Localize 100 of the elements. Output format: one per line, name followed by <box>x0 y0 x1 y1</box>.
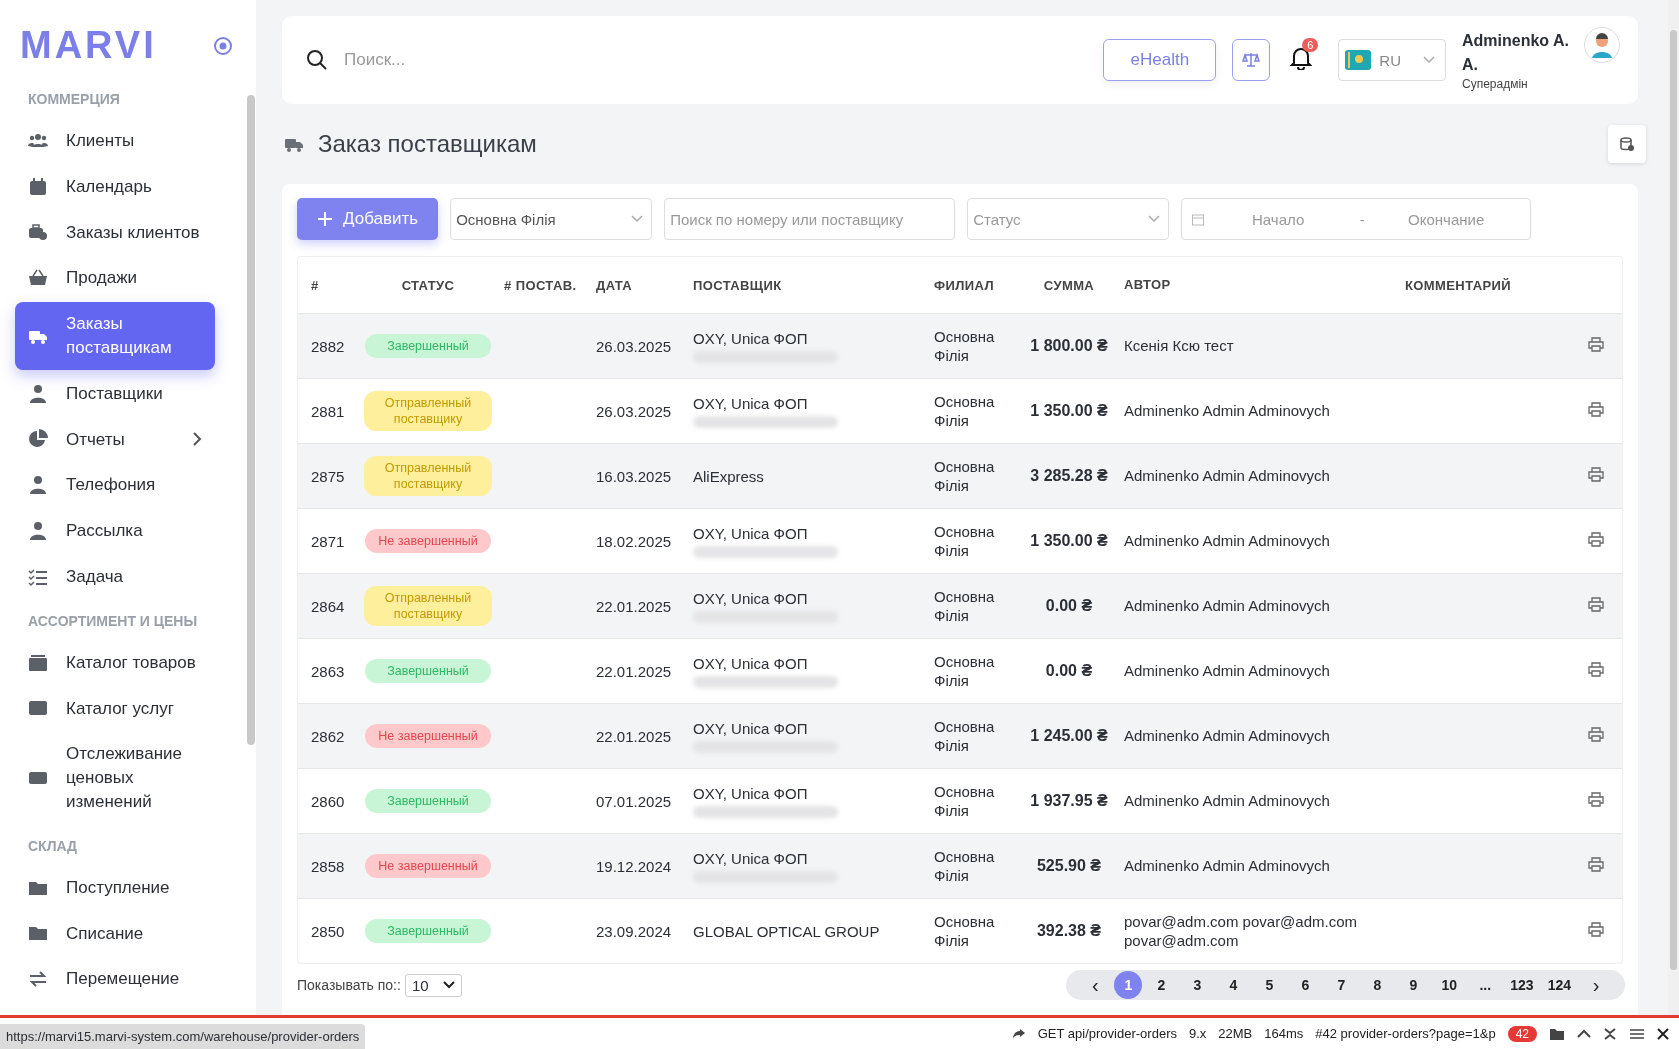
nav-item[interactable]: Поступление <box>15 865 215 910</box>
calendar-icon <box>28 176 48 197</box>
page-button[interactable]: 10 <box>1432 971 1467 999</box>
nav-item[interactable]: Клиенты <box>15 119 215 163</box>
print-icon[interactable] <box>1588 727 1604 742</box>
page-button[interactable]: 8 <box>1360 971 1395 999</box>
nav-item[interactable]: Телефония <box>15 463 215 508</box>
supplier-name: OXY, Unica ФОП <box>693 589 809 607</box>
avatar-icon[interactable] <box>1584 27 1620 63</box>
search-field[interactable]: Поиск... <box>342 49 1090 71</box>
table-cell-text: 1 800.00 ₴ <box>1029 337 1109 355</box>
route-select[interactable]: #42 provider-orders?page=1&p <box>1315 1026 1496 1041</box>
page-button[interactable]: ... <box>1468 971 1503 999</box>
calendar-icon <box>1192 212 1205 226</box>
table-cell-text: 2882 <box>310 337 346 355</box>
scrollbar[interactable] <box>245 0 256 1015</box>
nav-item[interactable]: Перемещение <box>15 957 215 1002</box>
page-button[interactable]: 123 <box>1504 971 1540 999</box>
table-cell-text: 2850 <box>310 922 346 940</box>
status-badge: Завершенный <box>365 788 491 814</box>
page-button[interactable]: 3 <box>1180 971 1215 999</box>
table-cell-text: 2871 <box>310 532 346 550</box>
status-badge: Отправленный поставщику <box>364 585 492 627</box>
table-cell-text: 0.00 ₴ <box>1044 597 1094 615</box>
print-icon[interactable] <box>1588 922 1604 937</box>
nav-item[interactable]: Заказы поставщикам <box>15 302 215 370</box>
print-icon[interactable] <box>1588 532 1604 547</box>
table-cell-text: 22.01.2025 <box>595 597 673 615</box>
nav-item[interactable]: Календарь <box>15 164 215 209</box>
nav-item[interactable]: Отчеты <box>15 417 215 462</box>
checklist-icon <box>28 566 48 587</box>
print-icon[interactable] <box>1588 467 1604 482</box>
print-icon[interactable] <box>1588 662 1604 677</box>
section-heading: КОММЕРЦИЯ <box>27 90 121 109</box>
page-button[interactable]: 6 <box>1288 971 1323 999</box>
table-cell-text: Основна Філія <box>933 391 996 431</box>
page-button[interactable]: 2 <box>1144 971 1179 999</box>
language-select[interactable]: RU <box>1338 39 1446 81</box>
print-icon[interactable] <box>1588 792 1604 807</box>
table-cell-text: Основна Філія <box>933 716 996 756</box>
ehealth-button[interactable]: eHealth <box>1103 39 1217 81</box>
table-cell-text: 07.01.2025 <box>595 792 673 810</box>
table-cell-text: Основна Філія <box>933 456 996 496</box>
nav-item[interactable]: Рассылка <box>15 509 215 553</box>
print-icon[interactable] <box>1588 337 1604 352</box>
status-badge: Не завершенный <box>365 723 491 749</box>
print-icon[interactable] <box>1588 857 1604 872</box>
nav-item[interactable]: Каталог услуг <box>15 686 215 731</box>
page-button[interactable]: 9 <box>1396 971 1431 999</box>
page-button[interactable]: 7 <box>1324 971 1359 999</box>
time-info: 164ms <box>1264 1026 1304 1041</box>
close-icon[interactable] <box>1657 1027 1669 1040</box>
table-cell-text: Основна Філія <box>933 651 996 691</box>
nav-item[interactable]: Отслеживание ценовых изменений <box>15 732 215 824</box>
table-cell-text: Основна Філія <box>933 326 996 366</box>
supplier-name: OXY, Unica ФОП <box>693 524 809 542</box>
supplier-name: AliExpress <box>693 467 765 485</box>
page-button[interactable]: 4 <box>1216 971 1251 999</box>
table-cell-text: 2875 <box>310 467 346 485</box>
print-icon[interactable] <box>1588 402 1604 417</box>
table-cell-text: 2862 <box>310 727 346 745</box>
nav-item[interactable]: Поставщики <box>15 371 215 416</box>
branch-select[interactable]: Основна Філія <box>450 198 653 240</box>
next-page-button[interactable]: › <box>1579 971 1613 999</box>
search-icon <box>306 49 328 71</box>
radio-toggle-icon[interactable] <box>213 35 233 56</box>
order-search-field[interactable]: Поиск по номеру или поставщику <box>664 198 956 240</box>
table-cell-text: 26.03.2025 <box>595 337 673 355</box>
page-button[interactable]: 124 <box>1541 971 1577 999</box>
person-icon <box>28 383 48 404</box>
table-cell-text: 22.01.2025 <box>595 727 673 745</box>
nav-item[interactable]: Продажи <box>15 256 215 301</box>
column-header: ПОСТАВЩИК <box>692 277 783 293</box>
scales-button[interactable] <box>1232 39 1271 81</box>
share-arrow-icon <box>1011 1027 1026 1040</box>
nav-item[interactable]: Задача <box>15 554 215 599</box>
nav-item[interactable]: Каталог товаров <box>15 640 215 685</box>
folder-icon[interactable] <box>1549 1026 1565 1041</box>
briefcase-icon <box>28 222 48 243</box>
print-icon[interactable] <box>1588 597 1604 612</box>
user-role: Суперадмін <box>1462 77 1529 91</box>
table-cell-text: Adminenko Admin Adminovych <box>1123 856 1331 876</box>
database-button[interactable] <box>1608 125 1646 163</box>
table-cell-text: 16.03.2025 <box>595 467 673 485</box>
chevron-up-icon[interactable] <box>1577 1028 1591 1039</box>
previous-page-button[interactable]: ‹ <box>1078 971 1113 999</box>
table-cell-text: Adminenko Admin Adminovych <box>1123 401 1331 421</box>
page-button[interactable]: 5 <box>1252 971 1287 999</box>
table-cell-text: Adminenko Admin Adminovych <box>1123 531 1331 551</box>
nav-item[interactable]: Списание <box>15 911 215 956</box>
person-icon <box>28 521 48 542</box>
scrollbar[interactable] <box>1668 0 1679 1015</box>
nav-item[interactable]: Заказы клиентов <box>15 210 215 255</box>
table-cell-text: 1 245.00 ₴ <box>1029 727 1109 745</box>
status-badge: Завершенный <box>365 918 491 944</box>
table-cell-text: 22.01.2025 <box>595 662 673 680</box>
supplier-name: OXY, Unica ФОП <box>693 329 809 347</box>
settings-icon[interactable] <box>1629 1026 1645 1041</box>
table-cell-text: Adminenko Admin Adminovych <box>1123 466 1331 486</box>
per-page-select[interactable]: 10 <box>404 973 462 997</box>
